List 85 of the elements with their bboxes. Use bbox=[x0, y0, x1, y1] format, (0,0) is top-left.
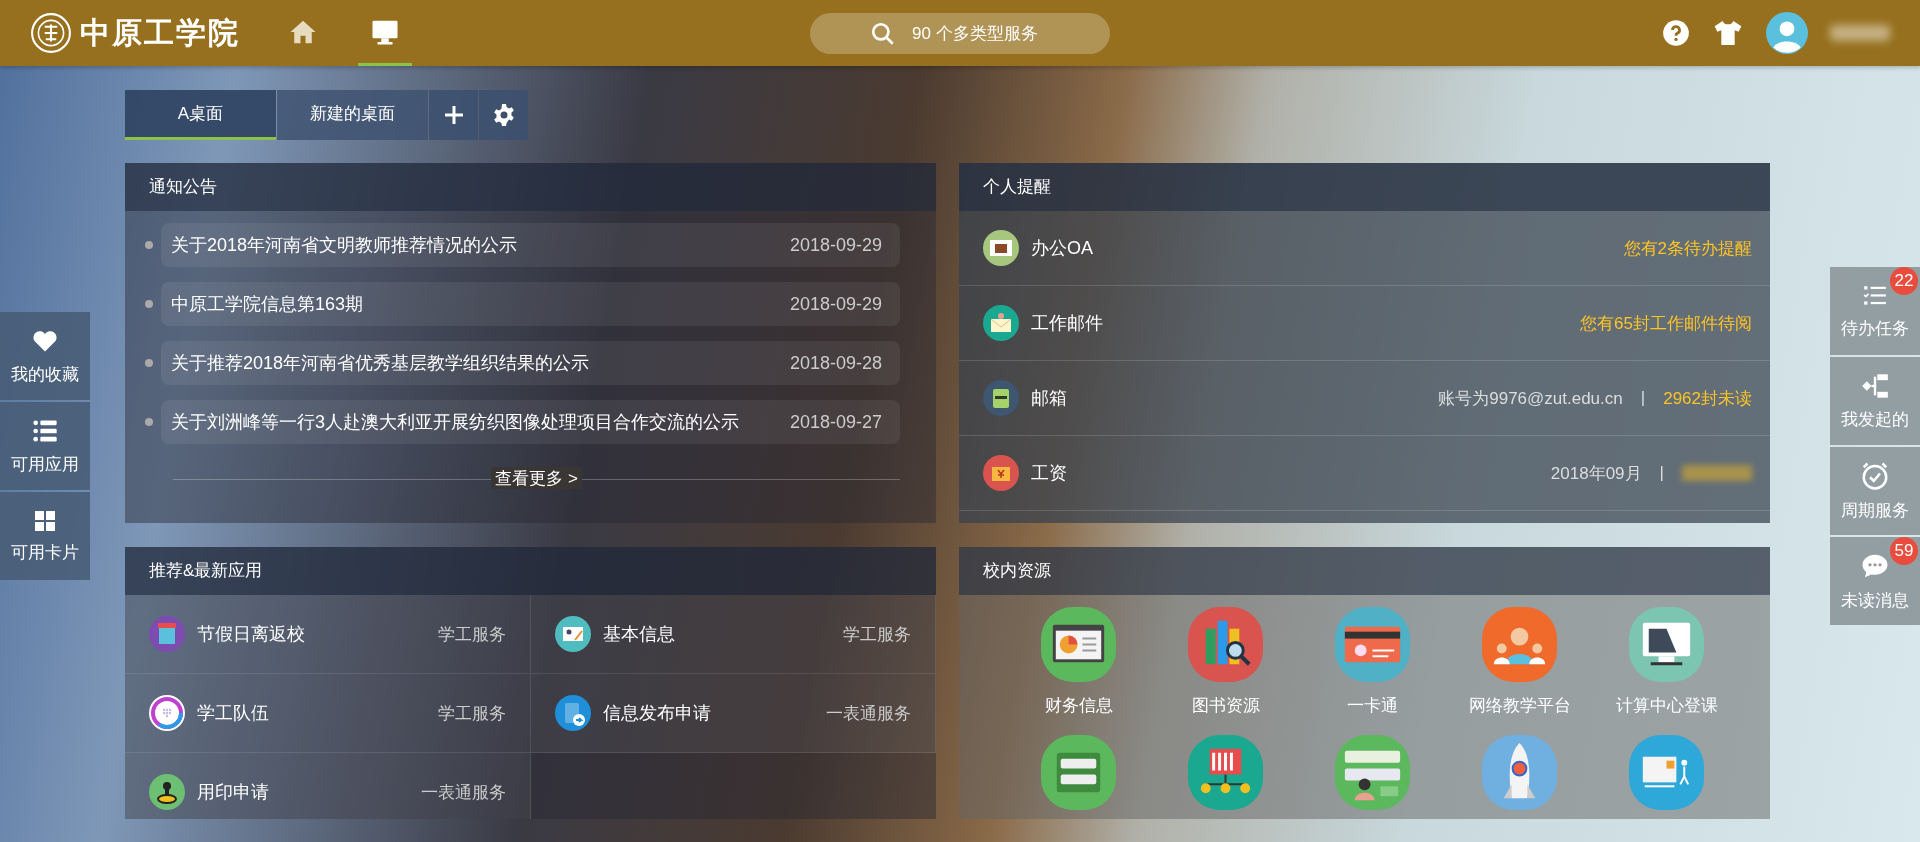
separator: | bbox=[1659, 463, 1664, 483]
grid-icon[interactable] bbox=[33, 508, 57, 533]
reminder-name[interactable]: 工作邮件 bbox=[1031, 311, 1103, 335]
sidebar-item[interactable]: 可用卡片 bbox=[0, 492, 90, 580]
stamp-icon bbox=[149, 774, 185, 810]
notice-link[interactable]: 关于2018年河南省文明教师推荐情况的公示 2018-09-29 bbox=[161, 223, 900, 267]
books-icon[interactable] bbox=[1188, 607, 1263, 682]
reminder-detail: 账号为9976@zut.edu.cn bbox=[1438, 387, 1623, 410]
alarm-clock-icon[interactable] bbox=[1860, 460, 1890, 491]
sidebar-item[interactable]: 待办任务 22 bbox=[1830, 267, 1920, 355]
reminder-name[interactable]: 邮箱 bbox=[1031, 386, 1067, 410]
panel-title: 个人提醒 bbox=[959, 163, 1770, 211]
sidebar-label[interactable]: 我的收藏 bbox=[11, 362, 79, 386]
reminder-info[interactable]: 您有2条待办提醒 bbox=[1623, 236, 1752, 260]
app-item[interactable]: 信息发布申请 一表通服务 bbox=[530, 674, 936, 753]
search-icon[interactable] bbox=[870, 21, 896, 47]
notice-link[interactable]: 关于刘洲峰等一行3人赴澳大利亚开展纺织图像处理项目合作交流的公示 2018-09-27 bbox=[161, 400, 900, 444]
flowchart-icon[interactable] bbox=[1861, 371, 1889, 400]
bullet-icon bbox=[145, 300, 153, 308]
count-badge: 59 bbox=[1890, 537, 1918, 565]
avatar-icon[interactable] bbox=[1766, 12, 1808, 54]
app-item[interactable]: 基本信息 学工服务 bbox=[530, 595, 936, 674]
login-form-icon[interactable] bbox=[1335, 735, 1410, 810]
envelope-icon bbox=[983, 305, 1019, 341]
envelope-icon[interactable] bbox=[1629, 735, 1704, 810]
bullet-icon bbox=[145, 359, 153, 367]
document-icon bbox=[554, 695, 591, 731]
count-badge: 22 bbox=[1890, 267, 1918, 295]
reminder-info[interactable]: 2962封未读 bbox=[1663, 386, 1752, 410]
app-category: 学工服务 bbox=[437, 623, 506, 646]
server-icon[interactable] bbox=[1041, 735, 1116, 810]
app-item[interactable]: 节假日离返校 学工服务 bbox=[125, 595, 531, 674]
view-more-link[interactable]: 查看更多 > bbox=[491, 467, 582, 489]
building-icon bbox=[149, 616, 185, 652]
sidebar-item[interactable]: 可用应用 bbox=[0, 402, 90, 490]
mailbox-icon bbox=[983, 380, 1019, 416]
ring-icon bbox=[149, 695, 185, 731]
resource-label[interactable]: 财务信息 bbox=[1044, 694, 1113, 717]
reminder-name[interactable]: 办公OA bbox=[1031, 236, 1093, 260]
notice-link[interactable]: 中原工学院信息第163期 2018-09-29 bbox=[161, 282, 900, 326]
panel-title: 通知公告 bbox=[125, 163, 936, 211]
app-name[interactable]: 用印申请 bbox=[197, 780, 269, 804]
chart-screen-icon[interactable] bbox=[1041, 607, 1116, 682]
panel-title: 校内资源 bbox=[959, 547, 1770, 595]
envelope-icon bbox=[983, 455, 1019, 491]
app-name[interactable]: 节假日离返校 bbox=[197, 622, 305, 646]
app-name[interactable]: 信息发布申请 bbox=[602, 701, 711, 725]
app-category: 学工服务 bbox=[437, 702, 506, 725]
app-category: 一表通服务 bbox=[420, 781, 506, 804]
app-item[interactable]: 用印申请 一表通服务 bbox=[125, 753, 531, 819]
sidebar-item[interactable]: 我的收藏 bbox=[0, 312, 90, 400]
app-item[interactable]: 学工队伍 学工服务 bbox=[125, 674, 531, 753]
network-icon[interactable] bbox=[1188, 735, 1263, 810]
reminder-info[interactable]: 您有65封工作邮件待阅 bbox=[1580, 311, 1752, 335]
panel-title: 推荐&最新应用 bbox=[125, 547, 936, 595]
blurred-name bbox=[1830, 25, 1890, 41]
sidebar-label[interactable]: 可用卡片 bbox=[11, 540, 79, 564]
add-button[interactable] bbox=[429, 90, 478, 140]
blurred-amount bbox=[1682, 465, 1752, 481]
settings-icon[interactable] bbox=[491, 103, 516, 127]
desktop-tab[interactable]: 新建的桌面 bbox=[277, 90, 428, 140]
sidebar-label[interactable]: 可用应用 bbox=[11, 452, 79, 476]
help-icon[interactable] bbox=[1662, 19, 1690, 47]
notice-link[interactable]: 关于推荐2018年河南省优秀基层教学组织结果的公示 2018-09-28 bbox=[161, 341, 900, 385]
resource-label[interactable]: 图书资源 bbox=[1191, 694, 1260, 717]
app-name[interactable]: 学工队伍 bbox=[197, 701, 269, 725]
reminder-detail: 2018年09月 bbox=[1550, 462, 1642, 485]
app-category: 一表通服务 bbox=[826, 702, 911, 725]
emblem-icon bbox=[30, 12, 72, 54]
reminder-name[interactable]: 工资 bbox=[1031, 461, 1067, 485]
separator: | bbox=[1640, 388, 1646, 408]
rocket-icon[interactable] bbox=[1482, 735, 1557, 810]
bullet-icon bbox=[145, 418, 153, 426]
desktop-tab[interactable]: A桌面 bbox=[125, 90, 276, 140]
bullet-icon bbox=[145, 241, 153, 249]
id-card-icon bbox=[554, 616, 591, 652]
app-name[interactable]: 基本信息 bbox=[602, 622, 675, 646]
sidebar-item[interactable]: 未读消息 59 bbox=[1830, 537, 1920, 625]
card-icon[interactable] bbox=[1335, 607, 1410, 682]
monitor-icon[interactable] bbox=[1629, 607, 1704, 682]
settings-button[interactable] bbox=[479, 90, 528, 140]
logo-text: 中原工学院 bbox=[80, 13, 240, 52]
app-category: 学工服务 bbox=[843, 623, 911, 646]
briefcase-icon bbox=[983, 230, 1019, 266]
people-icon[interactable] bbox=[1482, 607, 1557, 682]
